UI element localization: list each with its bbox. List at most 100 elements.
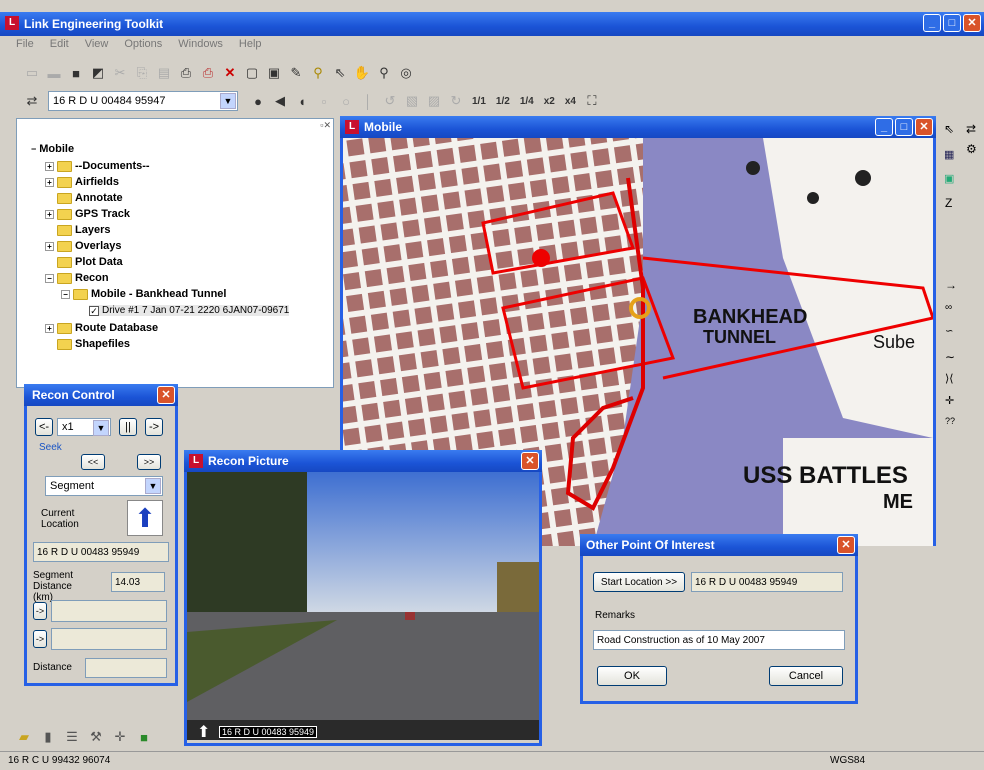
paste-icon[interactable]: ▤ (154, 63, 174, 83)
wrench-icon[interactable]: ⚒ (86, 727, 106, 747)
go-button-2[interactable]: -> (33, 630, 47, 648)
menu-view[interactable]: View (77, 36, 117, 56)
globe-icon[interactable]: ◎ (396, 63, 416, 83)
zoom-1-4-button[interactable]: 1/4 (516, 91, 538, 111)
map-minimize-button[interactable]: _ (875, 118, 893, 136)
menu-windows[interactable]: Windows (170, 36, 231, 56)
goto-location-icon[interactable]: ⇄ (22, 91, 42, 111)
north-icon[interactable]: Z (945, 196, 952, 210)
arrow-right-icon[interactable]: → (945, 278, 957, 292)
step-forward-button[interactable]: -> (145, 418, 163, 436)
open-icon[interactable]: ▬ (44, 63, 64, 83)
window-icon[interactable]: ▢ (242, 63, 262, 83)
pencil-icon[interactable]: ✎ (286, 63, 306, 83)
print-icon[interactable]: ⎙ (176, 63, 196, 83)
recon-control-close-button[interactable]: ✕ (157, 386, 175, 404)
dot-icon[interactable]: ● (248, 91, 268, 111)
menu-help[interactable]: Help (231, 36, 270, 56)
bracket-icon[interactable]: ⟩⟨ (945, 372, 954, 385)
new-icon[interactable]: ▭ (22, 63, 42, 83)
list-icon[interactable]: ☰ (62, 727, 82, 747)
zoom-x2-button[interactable]: x2 (540, 91, 559, 111)
print-preview-icon[interactable]: ⎙ (198, 63, 218, 83)
green-box-icon[interactable]: ■ (134, 727, 154, 747)
move-icon[interactable]: ✛ (110, 727, 130, 747)
map-maximize-button[interactable]: □ (895, 118, 913, 136)
tree-item-overlays[interactable]: + Overlays (45, 240, 121, 252)
panel-controls[interactable]: ▫✕ (320, 120, 331, 131)
zoom-1-1-button[interactable]: 1/1 (468, 91, 490, 111)
tree-item-recon[interactable]: − Recon (45, 272, 109, 284)
tree-item-documents[interactable]: + --Documents-- (45, 160, 150, 172)
speed-combo[interactable]: x1 ▼ (57, 418, 111, 436)
book-icon[interactable]: ▮ (38, 727, 58, 747)
question-icon[interactable]: ?? (945, 416, 955, 426)
zoom-icon[interactable]: ⚲ (374, 63, 394, 83)
tree-root[interactable]: − Mobile (31, 143, 74, 155)
pointer-icon[interactable]: ⇖ (330, 63, 350, 83)
step-back-button[interactable]: <- (35, 418, 53, 436)
disabled-tool-3-icon[interactable]: │ (358, 91, 378, 111)
disabled-tool-1-icon[interactable]: ▫ (314, 91, 334, 111)
menu-file[interactable]: File (8, 36, 42, 56)
zoom-x4-button[interactable]: x4 (561, 91, 580, 111)
location-combo[interactable]: 16 R D U 00484 95947 ▼ (48, 91, 238, 111)
tree-item-drive[interactable]: ✓ Drive #1 7 Jan 07-21 2220 6JAN07-09671 (89, 305, 290, 316)
left-arrow-icon[interactable]: ◀ (270, 91, 290, 111)
maximize-button[interactable]: □ (943, 14, 961, 32)
folder-tool-icon[interactable]: ▰ (14, 727, 34, 747)
layer-icon[interactable]: ▦ (944, 148, 954, 161)
disabled-tool-7-icon[interactable]: ↻ (446, 91, 466, 111)
tree-item-annotate[interactable]: Annotate (57, 192, 123, 204)
chevron-down-icon[interactable]: ▼ (220, 93, 236, 109)
disabled-tool-6-icon[interactable]: ▨ (424, 91, 444, 111)
pause-button[interactable]: || (119, 418, 137, 436)
copy-icon[interactable]: ⎘ (132, 63, 152, 83)
pin-icon[interactable]: ⚲ (308, 63, 328, 83)
disabled-tool-4-icon[interactable]: ↺ (380, 91, 400, 111)
seek-forward-button[interactable]: >> (137, 454, 161, 470)
close-button[interactable]: ✕ (963, 14, 981, 32)
side-tool-1-icon[interactable]: ⇄ (966, 122, 976, 136)
crosshair-icon[interactable]: ✛ (945, 394, 954, 407)
tree-item-gps-track[interactable]: + GPS Track (45, 208, 130, 220)
half-circle-icon[interactable]: ◖ (292, 91, 312, 111)
remarks-input[interactable]: Road Construction as of 10 May 2007 (593, 630, 845, 650)
save-all-icon[interactable]: ◩ (88, 63, 108, 83)
pan-hand-icon[interactable]: ✋ (352, 63, 372, 83)
full-extent-icon[interactable]: ⛶ (582, 91, 602, 111)
start-location-button[interactable]: Start Location >> (593, 572, 685, 592)
measure-icon[interactable]: ∞ (945, 302, 952, 313)
waypoint-field-1[interactable] (51, 600, 167, 622)
side-tool-2-icon[interactable]: ⚙ (966, 142, 977, 156)
tree-item-airfields[interactable]: + Airfields (45, 176, 119, 188)
tree-item-shapefiles[interactable]: Shapefiles (57, 338, 130, 350)
ok-button[interactable]: OK (597, 666, 667, 686)
tree-item-layers[interactable]: Layers (57, 224, 110, 236)
poi-close-button[interactable]: ✕ (837, 536, 855, 554)
go-button-1[interactable]: -> (33, 602, 47, 620)
save-icon[interactable]: ■ (66, 63, 86, 83)
disabled-tool-2-icon[interactable]: ○ (336, 91, 356, 111)
arrow-select-icon[interactable]: ⇖ (944, 122, 954, 136)
menu-options[interactable]: Options (116, 36, 170, 56)
cut-icon[interactable]: ✂ (110, 63, 130, 83)
wave-icon[interactable]: ∼ (945, 350, 955, 364)
seek-back-button[interactable]: << (81, 454, 105, 470)
tree-item-plot-data[interactable]: Plot Data (57, 256, 123, 268)
zoom-1-2-button[interactable]: 1/2 (492, 91, 514, 111)
recon-picture-close-button[interactable]: ✕ (521, 452, 539, 470)
delete-icon[interactable]: ✕ (220, 63, 240, 83)
map-icon[interactable]: ▣ (944, 172, 954, 185)
tree-item-bankhead-tunnel[interactable]: − Mobile - Bankhead Tunnel (61, 288, 226, 300)
window-list-icon[interactable]: ▣ (264, 63, 284, 83)
chevron-down-icon[interactable]: ▼ (145, 478, 161, 494)
map-close-button[interactable]: ✕ (915, 118, 933, 136)
mode-combo[interactable]: Segment ▼ (45, 476, 163, 496)
disabled-tool-5-icon[interactable]: ▧ (402, 91, 422, 111)
minimize-button[interactable]: _ (923, 14, 941, 32)
curve-icon[interactable]: ∽ (945, 326, 953, 337)
waypoint-field-2[interactable] (51, 628, 167, 650)
menu-edit[interactable]: Edit (42, 36, 77, 56)
checkbox-checked-icon[interactable]: ✓ (89, 305, 99, 316)
